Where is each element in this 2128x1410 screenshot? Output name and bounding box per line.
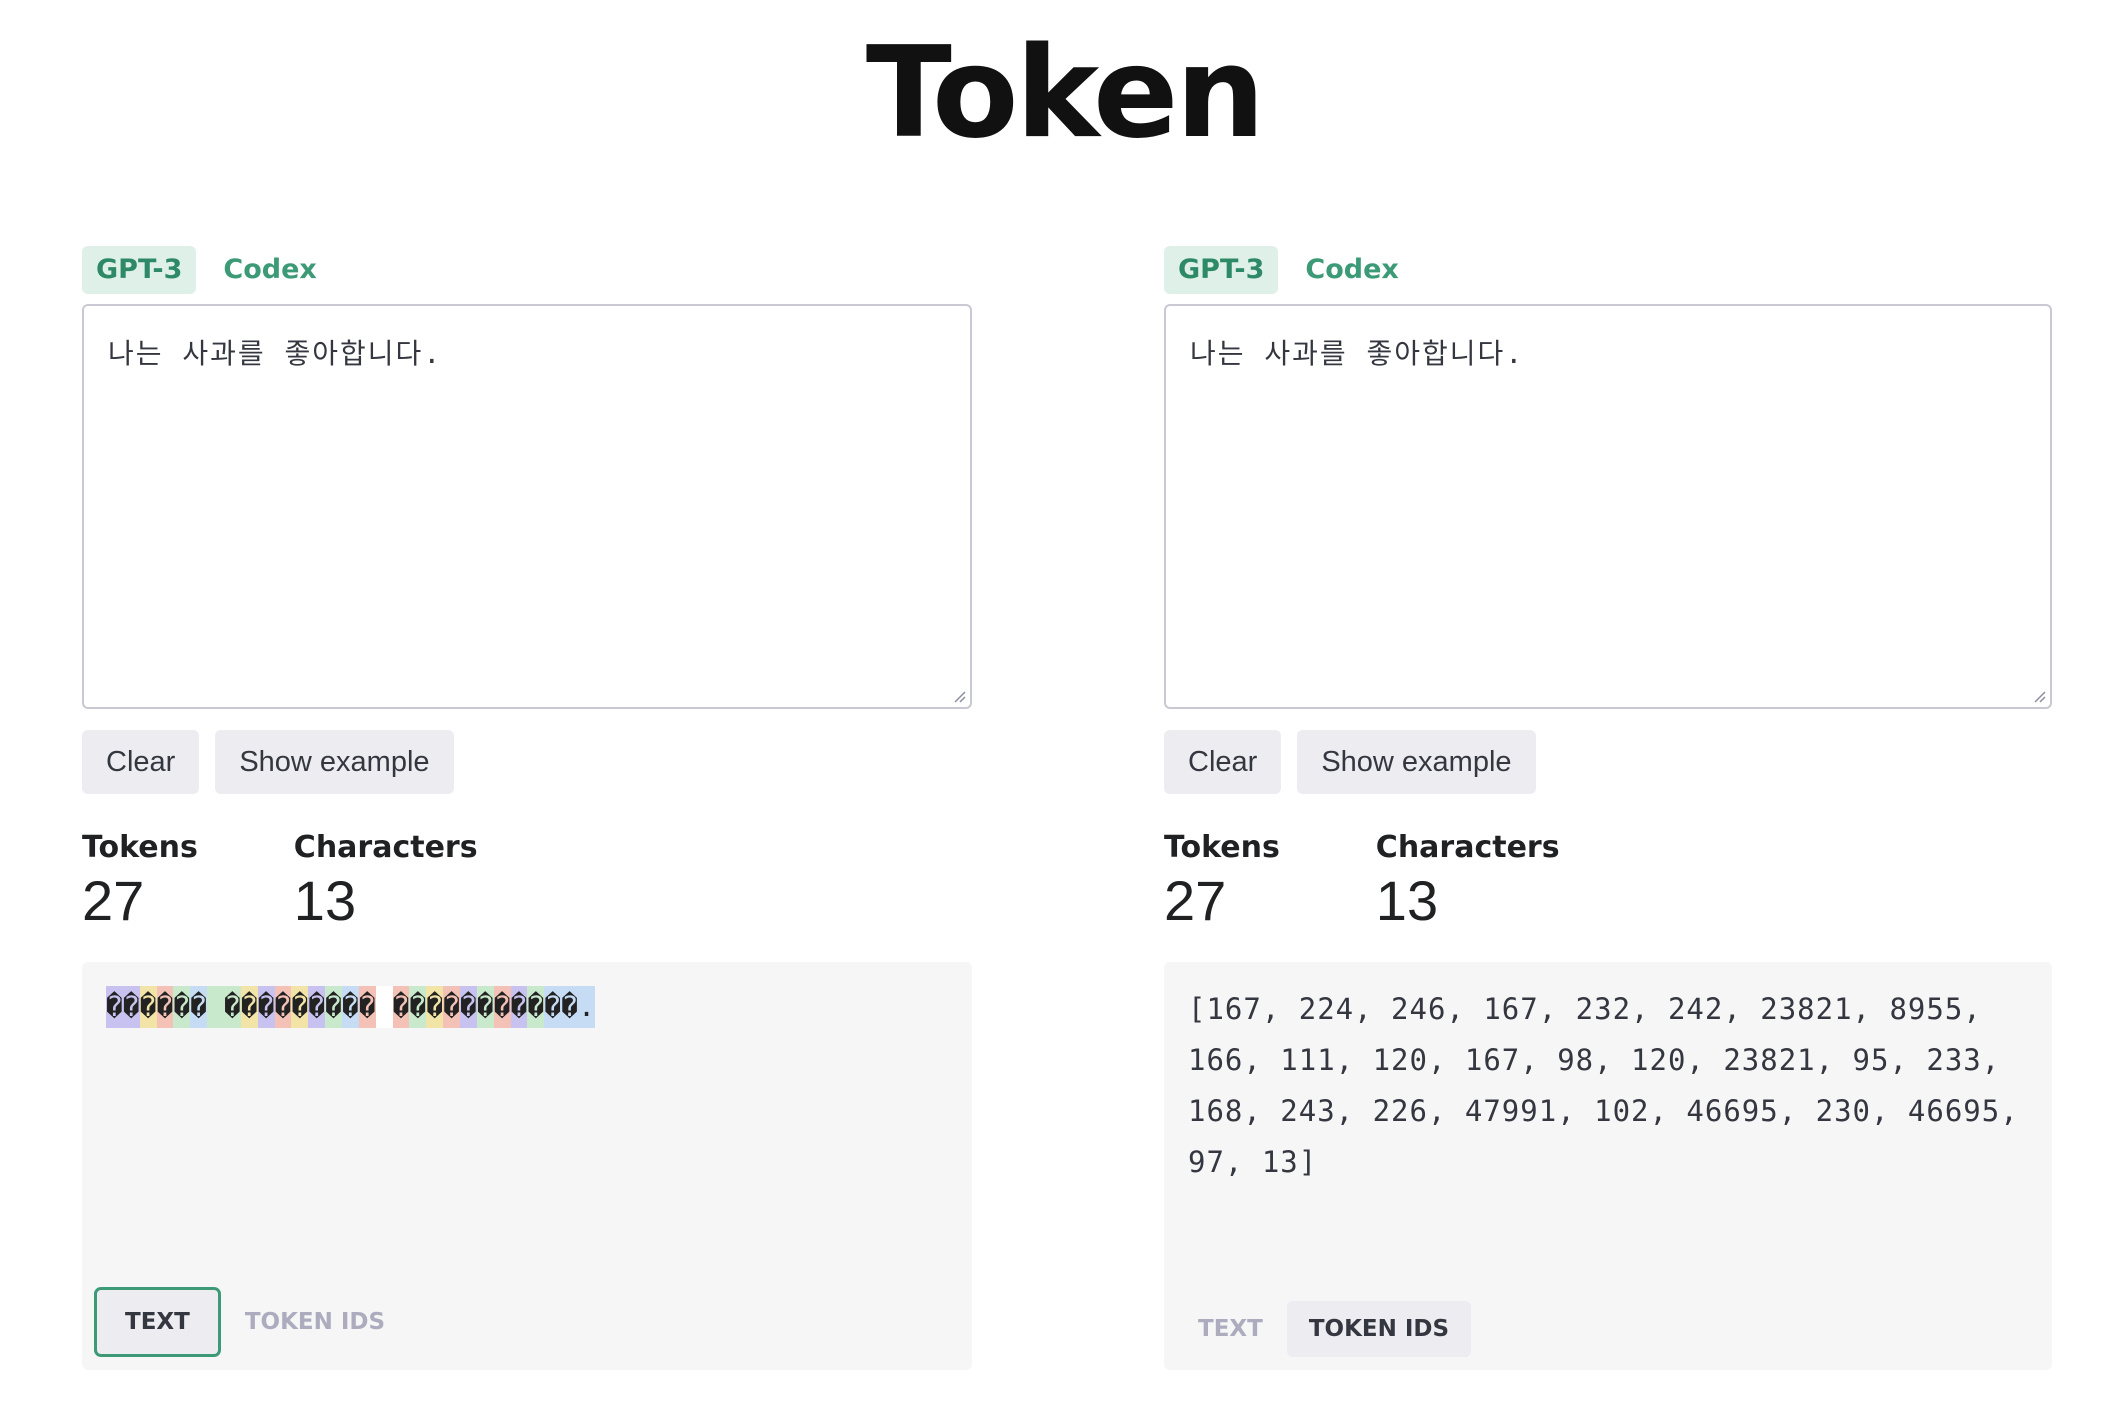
token-chip: � [460,986,477,1028]
characters-label: Characters [293,830,478,865]
token-chip: � [122,986,140,1028]
tokens-stat: Tokens 27 [82,830,198,934]
action-buttons: Clear Show example [1164,730,2052,794]
token-chip: � [510,986,528,1028]
token-chip: � [325,986,343,1028]
token-chip: � [409,986,427,1028]
token-chip: � [240,986,258,1028]
token-highlight-line: � � � � � � � � � � � � � � � � � � � � � � � � � �. [106,986,595,1028]
tab-gpt3[interactable]: GPT-3 [1164,246,1279,294]
tokenized-output: � � � � � � � � � � � � � � � � � � � � � � � � � �. TEXT TOKEN… [82,962,972,1370]
model-tabs: GPT-3 Codex [1164,246,2052,294]
tokens-stat: Tokens 27 [1164,830,1280,934]
characters-count: 13 [1375,869,1439,932]
characters-stat: Characters 13 [294,830,478,934]
token-chip: � [527,986,545,1028]
token-chip [375,986,393,1028]
tokens-label: Tokens [82,830,198,865]
prompt-textarea[interactable]: 나는 사과를 좋아합니다. [1164,304,2052,709]
stats: Tokens 27 Characters 13 [1164,830,2052,934]
token-chip: � [190,986,208,1028]
view-tabs: TEXT TOKEN IDS [94,1287,409,1357]
model-tabs: GPT-3 Codex [82,246,972,294]
token-chip: � [443,986,461,1028]
token-chip: � [156,986,174,1028]
characters-label: Characters [1375,830,1560,865]
tokens-label: Tokens [1164,830,1280,865]
token-chip: � [257,986,275,1028]
view-tabs: TEXT TOKEN IDS [1176,1301,1473,1357]
token-chip: � [561,986,579,1028]
tokens-count: 27 [1164,869,1227,932]
stats: Tokens 27 Characters 13 [82,830,972,934]
show-example-button[interactable]: Show example [215,730,454,794]
characters-count: 13 [293,869,357,932]
clear-button[interactable]: Clear [82,730,200,794]
token-chip: � [493,986,511,1028]
tab-text-view[interactable]: TEXT [94,1287,221,1357]
token-chip: � [106,986,123,1028]
token-chip: � [224,986,241,1028]
tab-codex[interactable]: Codex [209,246,330,294]
tab-text-view[interactable]: TEXT [1176,1301,1285,1357]
token-chip: � [173,986,191,1028]
token-chip: � [544,986,562,1028]
tab-gpt3[interactable]: GPT-3 [82,246,197,294]
token-chip: � [308,986,326,1028]
tab-token-ids-view[interactable]: TOKEN IDS [223,1294,407,1350]
token-chip: � [392,986,410,1028]
tokenizer-page: Token GPT-3 Codex 나는 사과를 좋아합니다. Clear Sh… [0,0,2128,1410]
token-chip: . [578,986,595,1028]
token-chip: � [342,986,359,1028]
token-ids-output: [167, 224, 246, 167, 232, 242, 23821, 89… [1164,962,2052,1370]
tokens-count: 27 [82,869,145,932]
token-chip: � [291,986,309,1028]
token-ids-text: [167, 224, 246, 167, 232, 242, 23821, 89… [1188,992,2019,1179]
token-chip: � [139,986,157,1028]
characters-stat: Characters 13 [1376,830,1560,934]
page-title: Token [865,19,1265,166]
token-chip: � [476,986,494,1028]
token-chip: � [426,986,444,1028]
prompt-textarea[interactable]: 나는 사과를 좋아합니다. [82,304,972,709]
tab-token-ids-view[interactable]: TOKEN IDS [1286,1301,1472,1357]
tokenizer-panel-left: GPT-3 Codex 나는 사과를 좋아합니다. Clear Show exa… [82,246,972,1370]
show-example-button[interactable]: Show example [1297,730,1536,794]
resize-handle-icon[interactable] [951,688,967,704]
token-chip: � [274,986,292,1028]
token-chip [207,986,225,1028]
prompt-text: 나는 사과를 좋아합니다. [1190,337,1525,370]
resize-handle-icon[interactable] [2031,688,2047,704]
tab-codex[interactable]: Codex [1291,246,1412,294]
action-buttons: Clear Show example [82,730,972,794]
token-chip: � [358,986,376,1028]
tokenizer-panel-right: GPT-3 Codex 나는 사과를 좋아합니다. Clear Show exa… [1164,246,2052,1370]
clear-button[interactable]: Clear [1164,730,1282,794]
prompt-text: 나는 사과를 좋아합니다. [108,337,443,370]
